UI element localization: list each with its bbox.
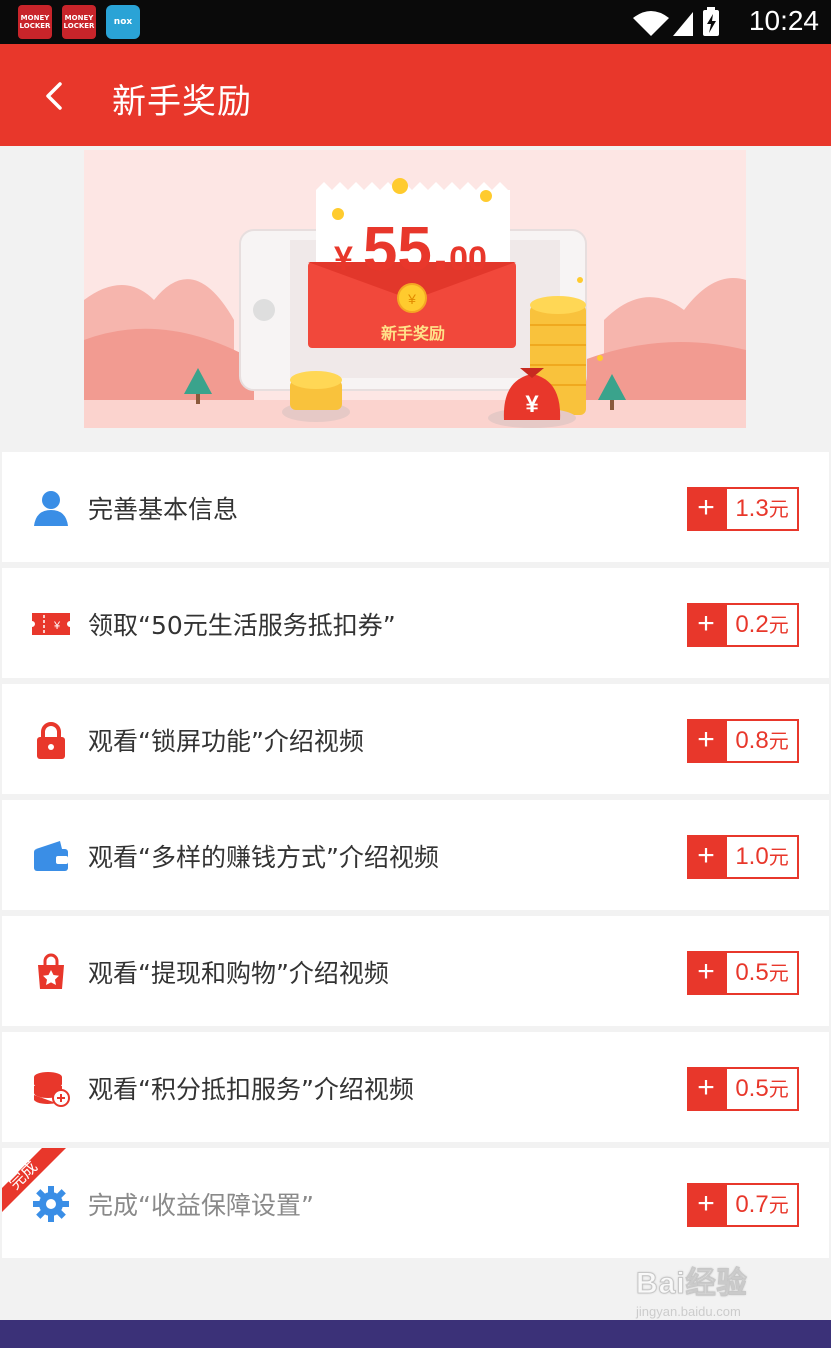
reward-value: 0.5元 [725,951,799,995]
reward-value: 0.8元 [725,719,799,763]
amount-decimal: 00 [449,240,487,278]
plus-icon: + [687,719,725,763]
reward-badge[interactable]: + 0.5元 [687,1067,799,1111]
reward-value: 0.7元 [725,1183,799,1227]
task-label: 观看“提现和购物”介绍视频 [88,959,389,988]
reward-value: 0.5元 [725,1067,799,1111]
task-item[interactable]: ¥ 领取“50元生活服务抵扣券” + 0.2元 [2,568,829,678]
amount-integer: 55. [362,215,450,284]
plus-icon: + [687,603,725,647]
status-bar: MONEY LOCKER MONEY LOCKER nox 10:24 [0,0,831,44]
task-label: 完成“收益保障设置” [88,1191,314,1220]
reward-badge[interactable]: + 0.7元 [687,1183,799,1227]
banner-label: 新手奖励 [380,324,445,343]
app-header: 新手奖励 [0,44,831,146]
task-label: 观看“多样的赚钱方式”介绍视频 [88,843,439,872]
reward-badge[interactable]: + 0.2元 [687,603,799,647]
back-arrow-icon[interactable] [36,72,76,120]
user-icon [34,491,68,526]
signal-battery-icons [633,7,719,36]
task-item-completed[interactable]: 完成 完成“收益保障设置” + 0.7元 [2,1148,829,1258]
task-label: 领取“50元生活服务抵扣券” [88,611,396,640]
baidu-watermark: Bai经验 jingyan.baidu.com [636,1258,806,1320]
page-title: 新手奖励 [112,82,252,122]
task-label: 完善基本信息 [88,495,239,524]
currency-symbol: ¥ [334,240,353,278]
reward-value: 0.2元 [725,603,799,647]
plus-icon: + [687,835,725,879]
money-locker-app-icon-2: MONEY LOCKER [62,5,96,39]
battery-icon [703,7,719,36]
reward-banner: ¥ ¥ ¥ 55. 00 新手奖励 [84,150,746,428]
task-item[interactable]: 观看“多样的赚钱方式”介绍视频 + 1.0元 [2,800,829,910]
watermark-brand: Bai经验 [636,1267,748,1301]
clock: 10:24 [748,5,819,36]
task-item[interactable]: 观看“积分抵扣服务”介绍视频 + 0.5元 [2,1032,829,1142]
app-screen: MONEY LOCKER MONEY LOCKER nox 10:24 新手奖励 [0,0,831,1320]
plus-icon: + [687,1183,725,1227]
coupon-icon: ¥ [32,613,70,635]
task-item[interactable]: 观看“锁屏功能”介绍视频 + 0.8元 [2,684,829,794]
plus-icon: + [687,951,725,995]
wallet-icon [34,841,68,871]
gear-icon [33,1186,69,1222]
coin-symbol: ¥ [407,291,416,307]
svg-text:¥: ¥ [53,620,61,632]
money-locker-app-icon: MONEY LOCKER [18,5,52,39]
coins-stack-icon [34,1072,70,1107]
reward-badge[interactable]: + 1.3元 [687,487,799,531]
task-item[interactable]: 完善基本信息 + 1.3元 [2,452,829,562]
task-label: 观看“积分抵扣服务”介绍视频 [88,1075,414,1104]
cell-signal-icon [673,12,693,36]
reward-badge[interactable]: + 0.8元 [687,719,799,763]
banner-illustration: ¥ ¥ [84,150,746,428]
watermark-url: jingyan.baidu.com [636,1304,741,1319]
lock-icon [37,722,65,759]
shopping-bag-icon [38,953,64,989]
plus-icon: + [687,487,725,531]
reward-value: 1.0元 [725,835,799,879]
wifi-icon [633,11,669,36]
task-item[interactable]: 观看“提现和购物”介绍视频 + 0.5元 [2,916,829,1026]
reward-badge[interactable]: + 0.5元 [687,951,799,995]
nox-app-icon: nox [106,5,140,39]
money-bag-symbol: ¥ [525,391,539,418]
reward-value: 1.3元 [725,487,799,531]
plus-icon: + [687,1067,725,1111]
task-label: 观看“锁屏功能”介绍视频 [88,727,364,756]
reward-badge[interactable]: + 1.0元 [687,835,799,879]
banner-amount: ¥ 55. 00 [334,214,487,285]
coin-stack-left [282,371,350,422]
